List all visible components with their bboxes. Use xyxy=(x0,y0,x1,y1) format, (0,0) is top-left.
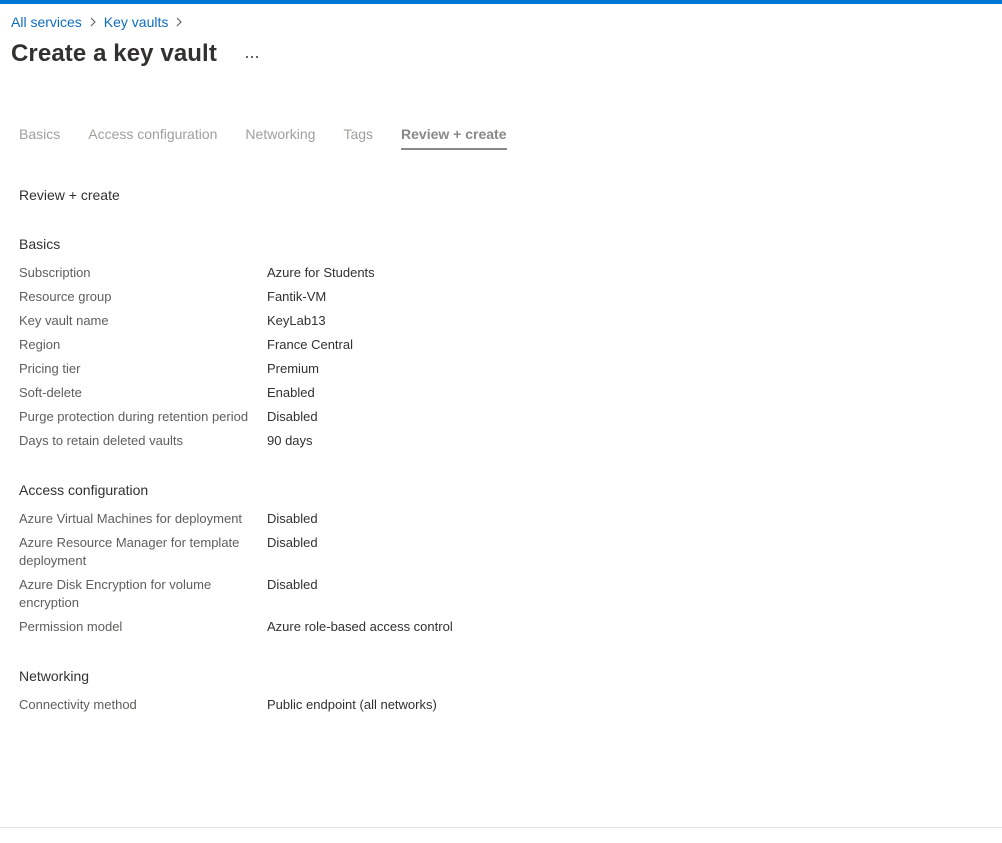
row-label: Purge protection during retention period xyxy=(19,409,249,424)
tab-basics[interactable]: Basics xyxy=(19,126,60,150)
access-configuration-section: Access configuration Azure Virtual Machi… xyxy=(19,480,719,636)
title-row: Create a key vault xyxy=(11,40,263,68)
row-label: Permission model xyxy=(19,619,123,634)
ellipsis-icon xyxy=(245,46,259,64)
summary-row: Pricing tier Premium xyxy=(19,360,719,378)
row-value: 90 days xyxy=(267,433,313,448)
row-value: Azure for Students xyxy=(267,265,375,280)
row-label: Azure Virtual Machines for deployment xyxy=(19,511,243,526)
breadcrumb: All services Key vaults xyxy=(11,14,190,30)
row-label: Connectivity method xyxy=(19,697,137,712)
row-value: France Central xyxy=(267,337,353,352)
summary-row: Connectivity method Public endpoint (all… xyxy=(19,696,719,714)
top-accent-bar xyxy=(0,0,1002,4)
summary-row: Days to retain deleted vaults 90 days xyxy=(19,432,719,450)
row-value: Disabled xyxy=(267,577,318,592)
access-configuration-heading: Access configuration xyxy=(19,482,149,498)
row-value: Disabled xyxy=(267,511,318,526)
summary-row: Resource group Fantik-VM xyxy=(19,288,719,306)
breadcrumb-all-services[interactable]: All services xyxy=(11,14,82,30)
wizard-tabs: Basics Access configuration Networking T… xyxy=(19,126,535,150)
chevron-right-icon xyxy=(168,14,190,30)
summary-row: Soft-delete Enabled xyxy=(19,384,719,402)
row-label: Azure Disk Encryption for volume encrypt… xyxy=(19,577,212,610)
chevron-right-icon xyxy=(82,14,104,30)
summary-row: Azure Virtual Machines for deployment Di… xyxy=(19,510,719,528)
row-label: Subscription xyxy=(19,265,91,280)
row-value: KeyLab13 xyxy=(267,313,326,328)
summary-row: Permission model Azure role-based access… xyxy=(19,618,719,636)
row-value: Fantik-VM xyxy=(267,289,327,304)
row-label: Azure Resource Manager for template depl… xyxy=(19,535,240,568)
tab-review-create[interactable]: Review + create xyxy=(401,126,507,150)
row-value: Enabled xyxy=(267,385,315,400)
row-label: Pricing tier xyxy=(19,361,81,376)
more-options-button[interactable] xyxy=(241,44,263,66)
footer-divider xyxy=(0,827,1002,828)
summary-row: Subscription Azure for Students xyxy=(19,264,719,282)
summary-row: Purge protection during retention period… xyxy=(19,408,719,426)
summary-row: Region France Central xyxy=(19,336,719,354)
row-value: Disabled xyxy=(267,535,318,550)
basics-heading: Basics xyxy=(19,236,61,252)
summary-row: Azure Disk Encryption for volume encrypt… xyxy=(19,576,719,612)
tab-networking[interactable]: Networking xyxy=(245,126,315,150)
row-label: Soft-delete xyxy=(19,385,82,400)
row-label: Resource group xyxy=(19,289,112,304)
row-label: Days to retain deleted vaults xyxy=(19,433,184,448)
basics-section: Basics Subscription Azure for Students R… xyxy=(19,234,719,450)
row-value: Disabled xyxy=(267,409,318,424)
row-label: Region xyxy=(19,337,61,352)
row-value: Premium xyxy=(267,361,320,376)
networking-heading: Networking xyxy=(19,668,90,684)
row-label: Key vault name xyxy=(19,313,109,328)
row-value: Public endpoint (all networks) xyxy=(267,697,437,712)
review-content: Review + create Basics Subscription Azur… xyxy=(19,185,719,744)
page-title: Create a key vault xyxy=(11,40,217,67)
summary-row: Key vault name KeyLab13 xyxy=(19,312,719,330)
summary-row: Azure Resource Manager for template depl… xyxy=(19,534,719,570)
tab-access-configuration[interactable]: Access configuration xyxy=(88,126,217,150)
row-value: Azure role-based access control xyxy=(267,619,453,634)
review-heading: Review + create xyxy=(19,187,120,203)
breadcrumb-key-vaults[interactable]: Key vaults xyxy=(104,14,169,30)
networking-section: Networking Connectivity method Public en… xyxy=(19,666,719,714)
tab-tags[interactable]: Tags xyxy=(343,126,373,150)
